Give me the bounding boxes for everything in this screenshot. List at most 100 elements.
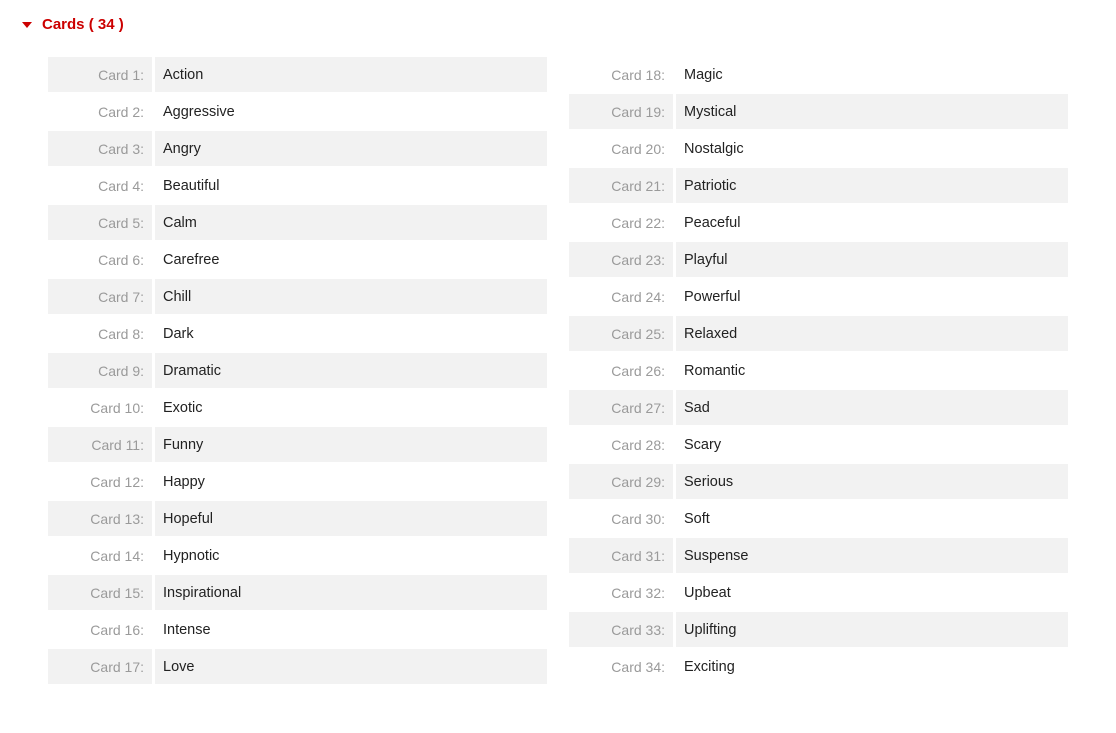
card-value[interactable]: Soft (676, 501, 1068, 536)
card-value[interactable]: Happy (155, 464, 547, 499)
card-label: Card 27: (569, 390, 673, 425)
card-row: Card 26:Romantic (569, 353, 1068, 388)
card-row: Card 21:Patriotic (569, 168, 1068, 203)
card-label: Card 5: (48, 205, 152, 240)
card-label: Card 2: (48, 94, 152, 129)
caret-down-icon (22, 22, 32, 28)
card-row: Card 25:Relaxed (569, 316, 1068, 351)
card-value[interactable]: Peaceful (676, 205, 1068, 240)
card-value[interactable]: Funny (155, 427, 547, 462)
card-label: Card 23: (569, 242, 673, 277)
card-value[interactable]: Patriotic (676, 168, 1068, 203)
card-label: Card 25: (569, 316, 673, 351)
card-row: Card 5:Calm (48, 205, 547, 240)
card-row: Card 10:Exotic (48, 390, 547, 425)
card-row: Card 31:Suspense (569, 538, 1068, 573)
card-row: Card 19:Mystical (569, 94, 1068, 129)
card-value[interactable]: Hopeful (155, 501, 547, 536)
card-label: Card 31: (569, 538, 673, 573)
card-label: Card 10: (48, 390, 152, 425)
card-row: Card 20:Nostalgic (569, 131, 1068, 166)
card-label: Card 22: (569, 205, 673, 240)
cards-columns: Card 1:ActionCard 2:AggressiveCard 3:Ang… (12, 57, 1104, 684)
card-value[interactable]: Hypnotic (155, 538, 547, 573)
card-value[interactable]: Relaxed (676, 316, 1068, 351)
card-value[interactable]: Romantic (676, 353, 1068, 388)
cards-column-left: Card 1:ActionCard 2:AggressiveCard 3:Ang… (48, 57, 547, 684)
card-row: Card 32:Upbeat (569, 575, 1068, 610)
card-value[interactable]: Carefree (155, 242, 547, 277)
card-value[interactable]: Scary (676, 427, 1068, 462)
card-value[interactable]: Exciting (676, 649, 1068, 684)
card-value[interactable]: Sad (676, 390, 1068, 425)
card-value[interactable]: Uplifting (676, 612, 1068, 647)
card-row: Card 22:Peaceful (569, 205, 1068, 240)
card-label: Card 30: (569, 501, 673, 536)
card-label: Card 18: (569, 57, 673, 92)
card-row: Card 13:Hopeful (48, 501, 547, 536)
card-value[interactable]: Inspirational (155, 575, 547, 610)
card-row: Card 11:Funny (48, 427, 547, 462)
card-row: Card 15:Inspirational (48, 575, 547, 610)
card-label: Card 11: (48, 427, 152, 462)
card-value[interactable]: Mystical (676, 94, 1068, 129)
card-label: Card 6: (48, 242, 152, 277)
card-label: Card 3: (48, 131, 152, 166)
card-value[interactable]: Aggressive (155, 94, 547, 129)
card-value[interactable]: Exotic (155, 390, 547, 425)
card-value[interactable]: Playful (676, 242, 1068, 277)
card-label: Card 8: (48, 316, 152, 351)
card-row: Card 3:Angry (48, 131, 547, 166)
title-text: Cards (42, 16, 85, 33)
card-row: Card 2:Aggressive (48, 94, 547, 129)
card-label: Card 9: (48, 353, 152, 388)
card-row: Card 16:Intense (48, 612, 547, 647)
card-label: Card 21: (569, 168, 673, 203)
card-label: Card 1: (48, 57, 152, 92)
card-value[interactable]: Upbeat (676, 575, 1068, 610)
card-row: Card 8:Dark (48, 316, 547, 351)
card-row: Card 1:Action (48, 57, 547, 92)
card-label: Card 34: (569, 649, 673, 684)
card-value[interactable]: Beautiful (155, 168, 547, 203)
card-row: Card 17:Love (48, 649, 547, 684)
card-row: Card 33:Uplifting (569, 612, 1068, 647)
card-row: Card 14:Hypnotic (48, 538, 547, 573)
title-count: ( 34 ) (89, 16, 124, 33)
card-row: Card 34:Exciting (569, 649, 1068, 684)
card-value[interactable]: Serious (676, 464, 1068, 499)
card-value[interactable]: Chill (155, 279, 547, 314)
card-row: Card 7:Chill (48, 279, 547, 314)
card-label: Card 13: (48, 501, 152, 536)
card-row: Card 4:Beautiful (48, 168, 547, 203)
card-label: Card 24: (569, 279, 673, 314)
card-value[interactable]: Angry (155, 131, 547, 166)
section-title: Cards ( 34 ) (42, 16, 124, 33)
card-row: Card 6:Carefree (48, 242, 547, 277)
card-value[interactable]: Dark (155, 316, 547, 351)
card-value[interactable]: Dramatic (155, 353, 547, 388)
card-label: Card 12: (48, 464, 152, 499)
card-value[interactable]: Nostalgic (676, 131, 1068, 166)
card-value[interactable]: Powerful (676, 279, 1068, 314)
card-value[interactable]: Love (155, 649, 547, 684)
card-label: Card 4: (48, 168, 152, 203)
card-row: Card 9:Dramatic (48, 353, 547, 388)
card-label: Card 7: (48, 279, 152, 314)
card-value[interactable]: Magic (676, 57, 1068, 92)
card-value[interactable]: Suspense (676, 538, 1068, 573)
card-label: Card 15: (48, 575, 152, 610)
card-value[interactable]: Action (155, 57, 547, 92)
card-row: Card 28:Scary (569, 427, 1068, 462)
card-row: Card 18:Magic (569, 57, 1068, 92)
card-label: Card 14: (48, 538, 152, 573)
card-row: Card 29:Serious (569, 464, 1068, 499)
card-row: Card 12:Happy (48, 464, 547, 499)
card-label: Card 29: (569, 464, 673, 499)
card-label: Card 32: (569, 575, 673, 610)
card-label: Card 20: (569, 131, 673, 166)
card-value[interactable]: Calm (155, 205, 547, 240)
card-value[interactable]: Intense (155, 612, 547, 647)
section-header[interactable]: Cards ( 34 ) (12, 10, 1104, 39)
cards-column-right: Card 18:MagicCard 19:MysticalCard 20:Nos… (569, 57, 1068, 684)
